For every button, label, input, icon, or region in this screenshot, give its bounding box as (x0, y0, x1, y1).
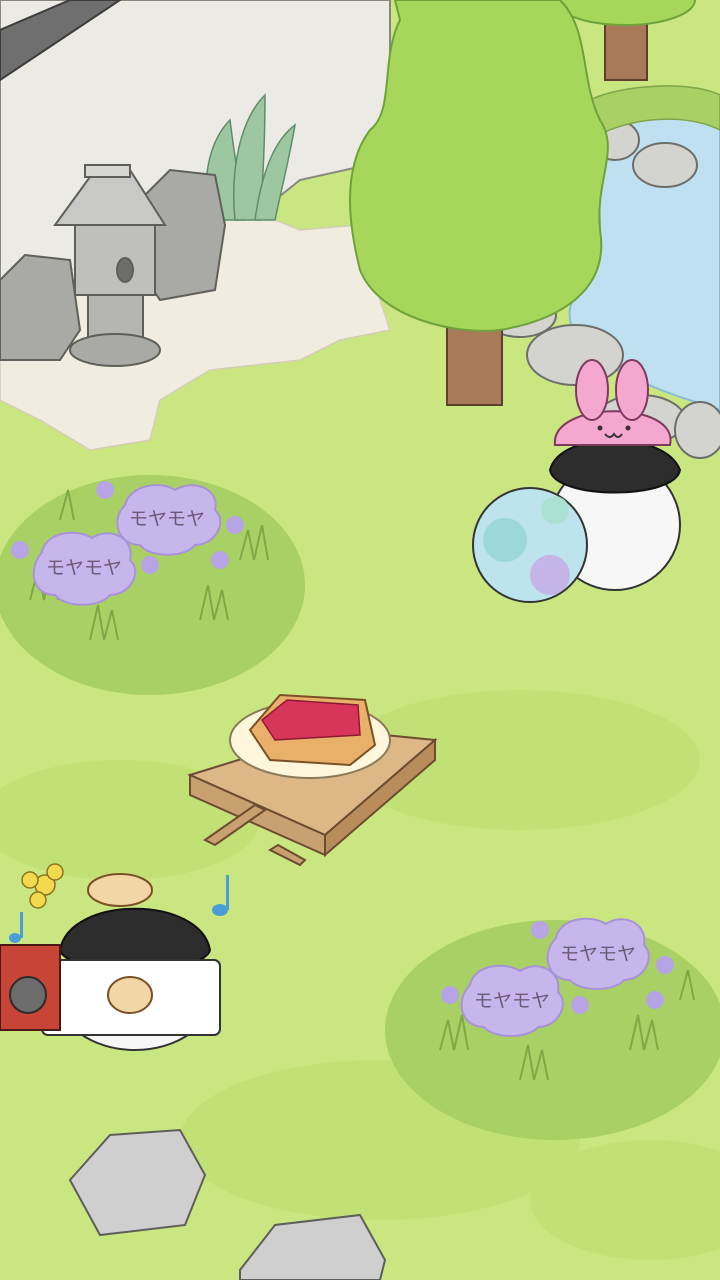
bread-on-head (87, 873, 153, 907)
radio[interactable] (0, 944, 61, 1031)
worry-cloud-label: モヤモヤ (474, 990, 550, 1012)
wall-rock (0, 253, 82, 361)
bunny-ear (615, 359, 649, 421)
garden-scene: モヤモヤ モヤモヤ モヤモヤ モヤモヤ (0, 0, 720, 1280)
worry-cloud[interactable]: モヤモヤ (460, 964, 564, 1037)
worry-cloud-label: モヤモヤ (560, 943, 636, 965)
worry-cloud-label: モヤモヤ (46, 557, 122, 579)
beach-ball[interactable] (472, 487, 588, 603)
bunny-ear (575, 359, 609, 421)
worry-cloud-label: モヤモヤ (129, 508, 205, 530)
worry-cloud[interactable]: モヤモヤ (546, 917, 650, 990)
worry-cloud[interactable]: モヤモヤ (32, 531, 137, 606)
